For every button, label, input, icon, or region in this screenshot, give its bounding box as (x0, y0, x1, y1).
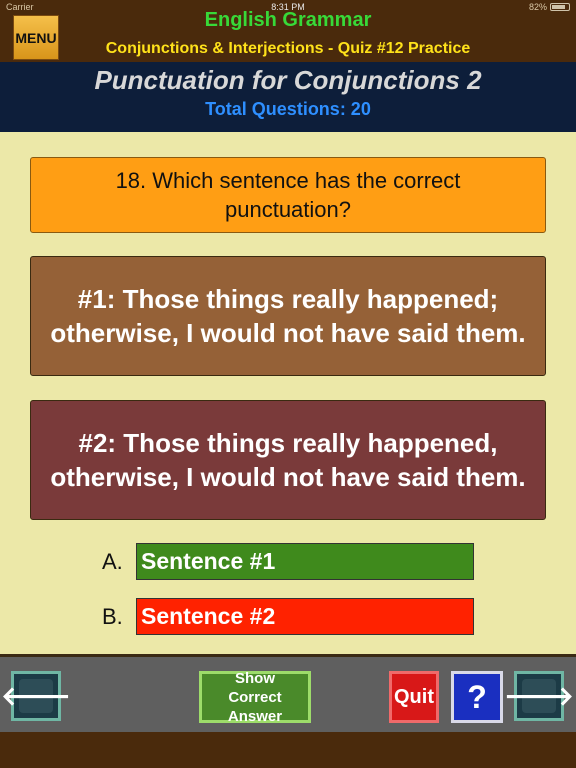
previous-button[interactable]: 🡐 (1, 671, 71, 721)
question-box: 18. Which sentence has the correct punct… (30, 157, 546, 233)
answer-b-letter: B. (102, 604, 123, 629)
help-button[interactable]: ? (451, 671, 503, 723)
header: Carrier 8:31 PM 82% MENU English Grammar… (0, 0, 576, 62)
answer-a-button[interactable]: Sentence #1 (136, 543, 474, 580)
quiz-title: Punctuation for Conjunctions 2 (94, 65, 482, 95)
sentence-1-box: #1: Those things really happened; otherw… (30, 256, 546, 376)
show-answer-line1: Show (235, 669, 275, 687)
footer-strip (0, 732, 576, 768)
arrow-left-icon: 🡐 (1, 679, 71, 713)
answer-b-button[interactable]: Sentence #2 (136, 598, 474, 635)
answer-a-label: Sentence #1 (141, 548, 276, 574)
quiz-content: 18. Which sentence has the correct punct… (0, 132, 576, 654)
app-title: English Grammar (204, 9, 372, 31)
bottom-toolbar: 🡐 Show Correct Answer Quit ? 🡒 (0, 654, 576, 732)
sentence-1-text: #1: Those things really happened; otherw… (50, 284, 526, 348)
next-button[interactable]: 🡒 (504, 671, 574, 721)
total-questions: Total Questions: 20 (205, 99, 371, 119)
show-correct-answer-button[interactable]: Show Correct Answer (199, 669, 311, 725)
quiz-subtitle: Conjunctions & Interjections - Quiz #12 … (105, 40, 471, 57)
question-text: 18. Which sentence has the correct punct… (115, 168, 461, 222)
sentence-2-text: #2: Those things really happened, otherw… (50, 428, 526, 492)
answer-b-label: Sentence #2 (141, 603, 276, 629)
arrow-right-icon: 🡒 (504, 679, 574, 713)
title-band: Punctuation for Conjunctions 2 Total Que… (0, 62, 576, 132)
quit-button[interactable]: Quit (389, 671, 439, 723)
show-answer-line2: Correct Answer (227, 688, 283, 725)
sentence-2-box: #2: Those things really happened, otherw… (30, 400, 546, 520)
answer-a-letter: A. (102, 549, 123, 574)
